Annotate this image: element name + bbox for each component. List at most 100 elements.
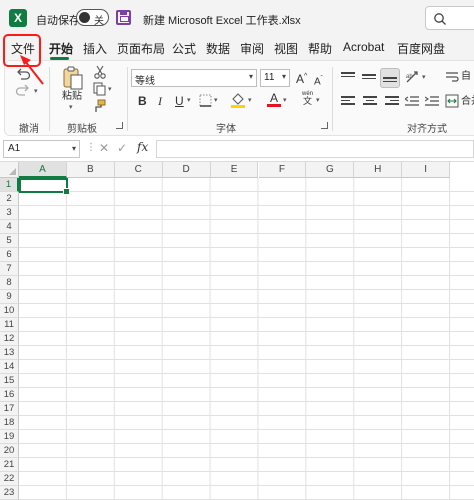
row-header-15[interactable]: 15 [0, 374, 19, 388]
merge-center-icon[interactable] [445, 94, 459, 108]
align-middle-button[interactable] [359, 68, 379, 88]
phonetic-dropdown-icon[interactable]: ▾ [316, 96, 320, 104]
shrink-font-icon[interactable]: Aˇ [314, 72, 323, 89]
bold-button[interactable]: B [138, 94, 147, 108]
row-header-6[interactable]: 6 [0, 248, 19, 262]
tab-review[interactable]: 审阅 [240, 40, 264, 57]
column-header-g[interactable]: G [306, 162, 355, 178]
row-header-20[interactable]: 20 [0, 444, 19, 458]
tab-formulas[interactable]: 公式 [172, 40, 196, 57]
column-header-i[interactable]: I [402, 162, 451, 178]
font-color-icon[interactable]: A [267, 91, 281, 108]
font-size-select[interactable]: 11 ▾ [260, 69, 290, 87]
row-header-21[interactable]: 21 [0, 458, 19, 472]
row-header-9[interactable]: 9 [0, 290, 19, 304]
insert-function-icon[interactable]: fx [137, 140, 148, 154]
cancel-icon[interactable]: ✕ [99, 141, 109, 155]
redo-icon[interactable] [15, 83, 31, 97]
underline-dropdown-icon[interactable]: ▾ [187, 96, 191, 104]
tab-home[interactable]: 开始 [49, 40, 73, 57]
row-header-13[interactable]: 13 [0, 346, 19, 360]
row-header-12[interactable]: 12 [0, 332, 19, 346]
wrap-text-icon[interactable] [445, 70, 459, 84]
paste-dropdown-icon[interactable]: ▾ [69, 103, 73, 111]
borders-dropdown-icon[interactable]: ▾ [214, 96, 218, 104]
font-name-value: 等线 [135, 76, 155, 87]
tab-help[interactable]: 帮助 [308, 40, 332, 57]
tab-view[interactable]: 视图 [274, 40, 298, 57]
tab-baidu-netdisk[interactable]: 百度网盘 [397, 40, 445, 57]
row-header-1[interactable]: 1 [0, 178, 19, 192]
copy-icon[interactable] [92, 82, 106, 96]
font-name-select[interactable]: 等线 ▾ [131, 69, 257, 87]
tab-page-layout[interactable]: 页面布局 [117, 40, 165, 57]
title-chevron-down-icon[interactable]: ⌄ [283, 10, 291, 21]
grow-font-icon[interactable]: A^ [296, 70, 307, 86]
fill-color-icon[interactable] [230, 92, 246, 108]
row-header-2[interactable]: 2 [0, 192, 19, 206]
align-center-icon[interactable] [363, 96, 377, 108]
row-header-8[interactable]: 8 [0, 276, 19, 290]
align-top-button[interactable] [338, 68, 358, 88]
column-header-h[interactable]: H [354, 162, 403, 178]
search-box[interactable] [425, 6, 474, 30]
orientation-icon[interactable]: ab [404, 69, 422, 85]
name-box[interactable]: A1 ▾ [3, 140, 80, 158]
fill-color-dropdown-icon[interactable]: ▾ [248, 96, 252, 104]
column-header-d[interactable]: D [162, 162, 211, 178]
autosave-toggle[interactable]: 关 [76, 9, 109, 27]
wrap-text-label[interactable]: 自 [461, 70, 471, 84]
row-header-14[interactable]: 14 [0, 360, 19, 374]
row-header-3[interactable]: 3 [0, 206, 19, 220]
orientation-dropdown-icon[interactable]: ▾ [422, 73, 426, 81]
column-header-f[interactable]: F [258, 162, 307, 178]
redo-dropdown-icon[interactable]: ▾ [34, 87, 38, 95]
select-all-button[interactable] [0, 162, 19, 178]
phonetic-guide-icon[interactable]: wén 文 [302, 91, 313, 107]
save-icon[interactable] [116, 10, 131, 25]
font-color-dropdown-icon[interactable]: ▾ [283, 96, 287, 104]
active-cell-selection[interactable] [19, 178, 70, 195]
column-header-e[interactable]: E [210, 162, 259, 178]
align-left-icon[interactable] [341, 96, 355, 108]
row-header-19[interactable]: 19 [0, 430, 19, 444]
paste-label[interactable]: 粘贴 [62, 90, 82, 104]
tab-acrobat[interactable]: Acrobat [343, 40, 384, 54]
italic-button[interactable]: I [158, 94, 162, 108]
align-bottom-icon [383, 77, 397, 89]
column-header-b[interactable]: B [66, 162, 115, 178]
copy-dropdown-icon[interactable]: ▾ [108, 85, 112, 93]
row-header-17[interactable]: 17 [0, 402, 19, 416]
increase-indent-icon[interactable] [425, 95, 439, 107]
decrease-indent-icon[interactable] [405, 95, 419, 107]
row-header-23[interactable]: 23 [0, 486, 19, 500]
underline-button[interactable]: U [175, 94, 184, 108]
column-header-a[interactable]: A [19, 162, 67, 178]
formula-input[interactable] [156, 140, 474, 158]
name-box-value: A1 [8, 143, 21, 154]
format-painter-icon[interactable] [92, 99, 106, 113]
row-header-10[interactable]: 10 [0, 304, 19, 318]
column-header-c[interactable]: C [114, 162, 163, 178]
merge-center-label[interactable]: 合并 [461, 95, 474, 109]
row-header-11[interactable]: 11 [0, 318, 19, 332]
clipboard-launcher-icon[interactable] [116, 122, 123, 129]
align-bottom-button[interactable] [380, 68, 400, 88]
tab-insert[interactable]: 插入 [83, 40, 107, 57]
font-launcher-icon[interactable] [321, 122, 328, 129]
borders-icon[interactable] [199, 94, 212, 107]
cell-area[interactable] [19, 178, 474, 500]
tab-data[interactable]: 数据 [206, 40, 230, 57]
row-header-5[interactable]: 5 [0, 234, 19, 248]
row-header-16[interactable]: 16 [0, 388, 19, 402]
row-header-7[interactable]: 7 [0, 262, 19, 276]
row-header-22[interactable]: 22 [0, 472, 19, 486]
row-header-4[interactable]: 4 [0, 220, 19, 234]
enter-check-icon[interactable]: ✓ [117, 141, 127, 155]
align-right-icon[interactable] [385, 96, 399, 108]
row-header-18[interactable]: 18 [0, 416, 19, 430]
cut-icon[interactable] [93, 65, 107, 79]
paste-icon[interactable] [61, 65, 85, 91]
more-options-icon[interactable]: ⋮ [86, 142, 96, 153]
undo-icon[interactable] [15, 67, 31, 81]
